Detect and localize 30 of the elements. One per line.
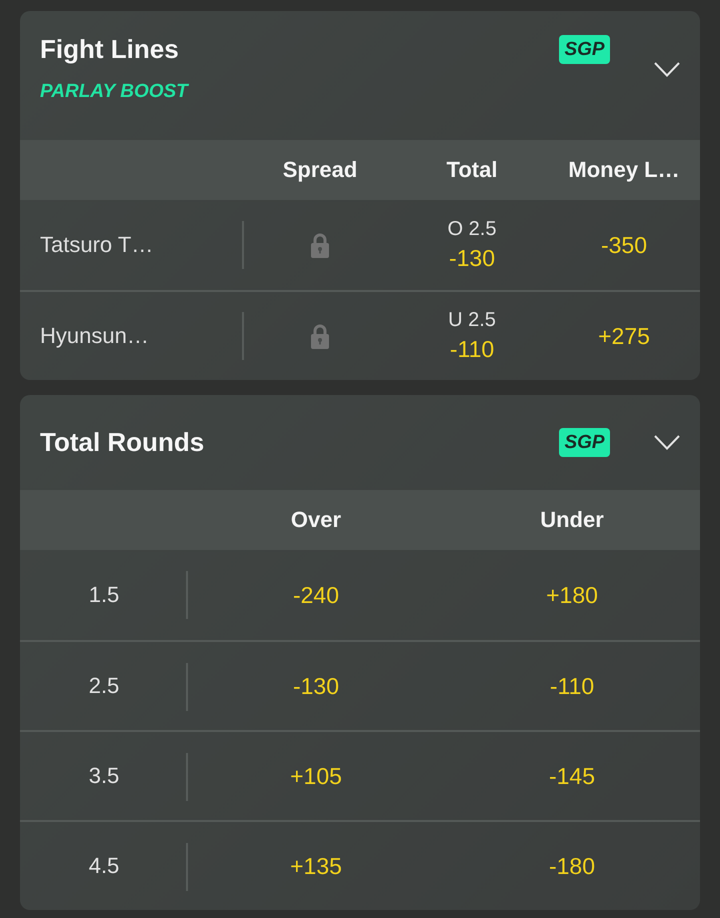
moneyline-odds-button[interactable]: +275 bbox=[598, 322, 650, 350]
under-odds-button[interactable]: +180 bbox=[546, 582, 598, 608]
column-header: Under bbox=[540, 507, 604, 533]
rounds-line: 1.5 bbox=[88, 582, 120, 608]
over-odds-button[interactable]: -130 bbox=[292, 672, 340, 700]
over-odds-button[interactable]: -240 bbox=[292, 582, 340, 608]
market-title: Total Rounds bbox=[40, 426, 204, 458]
sgp-badge: SGP bbox=[559, 428, 610, 456]
under-odds-button[interactable]: -180 bbox=[548, 852, 596, 880]
fighter-name: Tatsuro T… bbox=[40, 232, 154, 258]
chevron-down-icon[interactable] bbox=[654, 62, 680, 76]
column-header: Spread bbox=[282, 157, 358, 183]
column-header: Over bbox=[290, 507, 342, 533]
rounds-line: 3.5 bbox=[88, 763, 120, 789]
rounds-line: 2.5 bbox=[88, 673, 120, 699]
moneyline-odds-button[interactable]: -350 bbox=[600, 232, 648, 258]
rounds-line: 4.5 bbox=[88, 853, 120, 879]
chevron-down-icon[interactable] bbox=[654, 434, 680, 450]
over-odds-button[interactable]: +135 bbox=[290, 852, 342, 880]
sgp-badge: SGP bbox=[559, 34, 610, 64]
over-odds-button[interactable]: +105 bbox=[290, 762, 342, 790]
promo-label: PARLAY BOOST bbox=[40, 80, 188, 104]
total-odds-button[interactable]: U 2.5 -110 bbox=[448, 307, 496, 365]
under-odds-button[interactable]: -110 bbox=[550, 672, 594, 700]
column-header: Money L… bbox=[568, 157, 680, 183]
column-header: Total bbox=[446, 157, 498, 183]
market-title: Fight Lines bbox=[40, 33, 179, 65]
fighter-name: Hyunsun… bbox=[40, 323, 150, 349]
under-odds-button[interactable]: -145 bbox=[548, 762, 596, 790]
total-odds-button[interactable]: O 2.5 -130 bbox=[448, 216, 496, 274]
